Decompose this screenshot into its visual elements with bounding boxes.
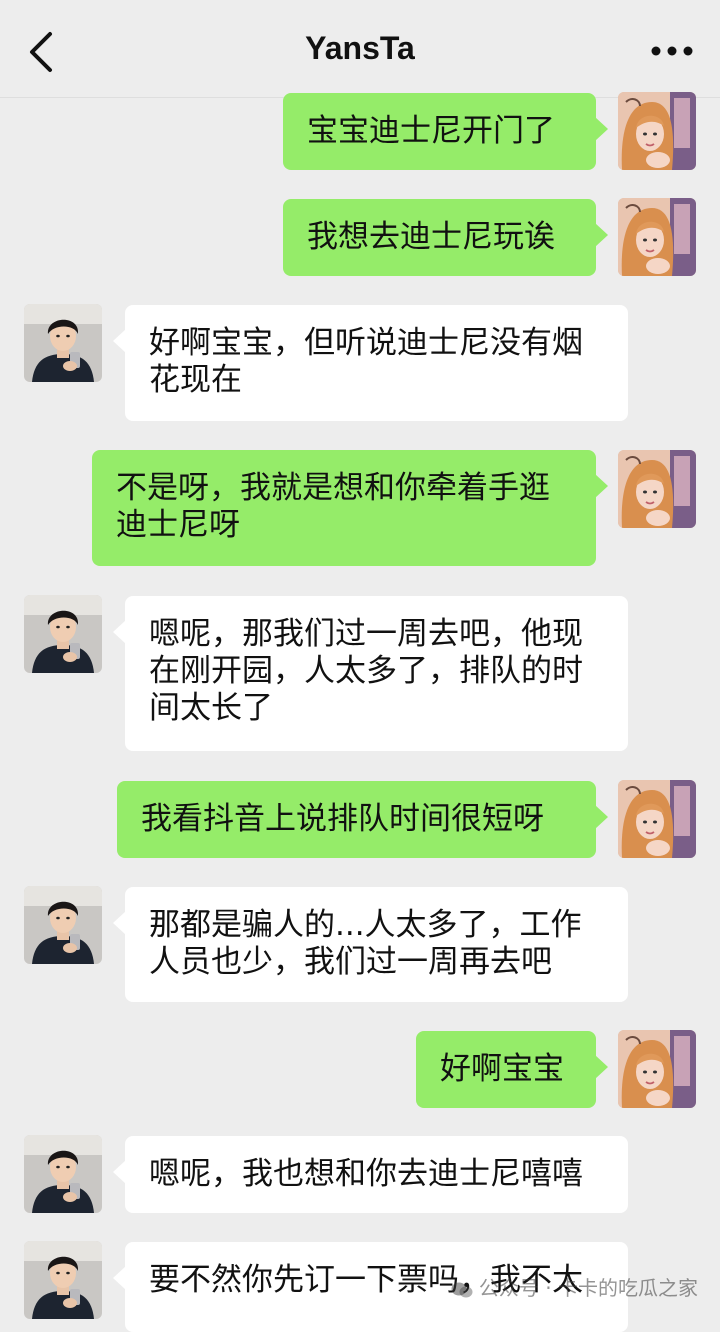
message-text-line: 嗯呢，那我们过一周去吧，他现 xyxy=(149,616,604,653)
self-avatar[interactable] xyxy=(618,92,696,170)
self-avatar[interactable] xyxy=(618,198,696,276)
message-text-line: 人员也少，我们过一周再去吧 xyxy=(149,944,604,981)
contact-avatar[interactable] xyxy=(24,1135,102,1213)
message-text: 我想去迪士尼玩诶 xyxy=(307,219,555,255)
sent-bubble[interactable]: 好啊宝宝 xyxy=(416,1031,596,1108)
message-text: 好啊宝宝 xyxy=(440,1051,564,1087)
message-text: 宝宝迪士尼开门了 xyxy=(307,113,555,149)
sent-bubble[interactable]: 宝宝迪士尼开门了 xyxy=(283,93,596,170)
chat-header: YansTa xyxy=(0,0,720,98)
more-dots-icon[interactable] xyxy=(648,34,696,68)
chat-title: YansTa xyxy=(0,30,720,67)
watermark-text: 公众号 · 卡卡的吃瓜之家 xyxy=(479,1276,698,1300)
contact-avatar[interactable] xyxy=(24,304,102,382)
contact-avatar[interactable] xyxy=(24,1241,102,1319)
received-bubble[interactable]: 好啊宝宝，但听说迪士尼没有烟 花现在 xyxy=(125,305,628,421)
contact-avatar[interactable] xyxy=(24,595,102,673)
received-bubble[interactable]: 嗯呢，那我们过一周去吧，他现 在刚开园，人太多了，排队的时 间太长了 xyxy=(125,596,628,751)
received-bubble[interactable]: 那都是骗人的...人太多了，工作 人员也少，我们过一周再去吧 xyxy=(125,887,628,1002)
message-text-line: 不是呀，我就是想和你牵着手逛 xyxy=(116,470,572,507)
received-bubble[interactable]: 嗯呢，我也想和你去迪士尼嘻嘻 xyxy=(125,1136,628,1213)
self-avatar[interactable] xyxy=(618,780,696,858)
message-text: 嗯呢，我也想和你去迪士尼嘻嘻 xyxy=(149,1156,583,1192)
self-avatar[interactable] xyxy=(618,450,696,528)
watermark: 公众号 · 卡卡的吃瓜之家 xyxy=(451,1272,698,1301)
contact-avatar[interactable] xyxy=(24,886,102,964)
message-text-line: 那都是骗人的...人太多了，工作 xyxy=(149,907,604,944)
wechat-icon xyxy=(451,1281,473,1299)
self-avatar[interactable] xyxy=(618,1030,696,1108)
sent-bubble[interactable]: 我看抖音上说排队时间很短呀 xyxy=(117,781,596,858)
message-text-line: 间太长了 xyxy=(149,690,604,727)
message-text: 我看抖音上说排队时间很短呀 xyxy=(141,801,544,837)
message-text-line: 迪士尼呀 xyxy=(116,507,572,544)
message-text-line: 花现在 xyxy=(149,362,604,399)
sent-bubble[interactable]: 我想去迪士尼玩诶 xyxy=(283,199,596,276)
sent-bubble[interactable]: 不是呀，我就是想和你牵着手逛 迪士尼呀 xyxy=(92,450,596,566)
message-text-line: 好啊宝宝，但听说迪士尼没有烟 xyxy=(149,325,604,362)
message-text-line: 在刚开园，人太多了，排队的时 xyxy=(149,653,604,690)
